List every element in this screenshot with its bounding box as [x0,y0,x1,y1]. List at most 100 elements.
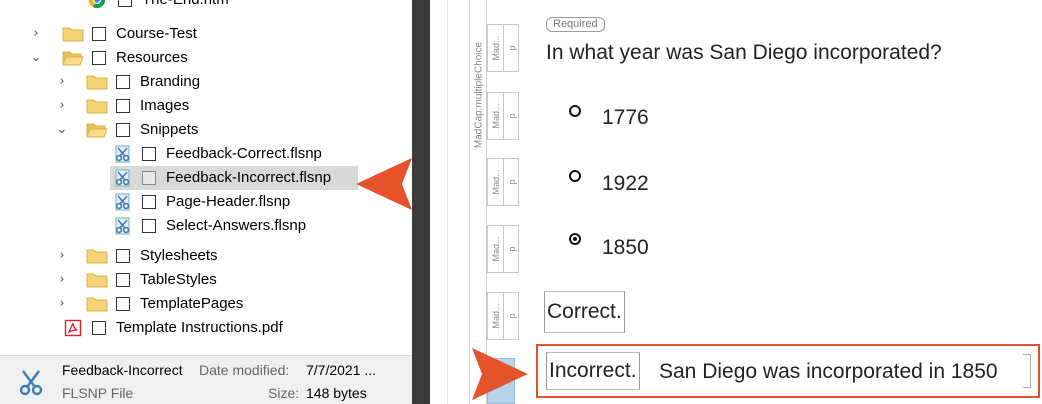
tree-item-label: Feedback-Correct.flsnp [166,145,322,162]
tree-item-checkbox[interactable] [92,321,106,335]
block-tag-label: Mad... [490,169,501,195]
details-file-name: Feedback-Incorrect [62,362,183,378]
chevron-down-icon[interactable]: ⌄ [30,51,42,65]
tree-item-label: Feedback-Incorrect.flsnp [166,169,332,186]
folder-icon [86,248,108,264]
incorrect-feedback-snippet[interactable]: Incorrect. [546,352,640,390]
folder-open-icon [62,50,84,66]
snippet-file-icon [18,368,44,398]
block-tag-label: Mad... [490,103,501,129]
tree-item-page-header[interactable]: Page-Header.flsnp [0,190,412,214]
chevron-right-icon[interactable]: › [56,273,68,287]
question-text[interactable]: In what year was San Diego incorporated? [546,41,942,65]
structure-block[interactable]: Mad... p [487,24,519,72]
tree-item-resources[interactable]: ⌄ Resources [0,46,412,70]
answer-radio-1850[interactable] [569,233,581,245]
tree-item-checkbox[interactable] [116,273,130,287]
answer-radio-1776[interactable] [569,105,581,117]
answer-label[interactable]: 1776 [602,106,649,130]
block-tag-label: Mad... [490,303,501,329]
editor-gutter [430,0,448,404]
file-tree-panel: The-End.htm › Course-Test ⌄ Resources › … [0,0,412,404]
tree-item-checkbox[interactable] [116,249,130,263]
incorrect-feedback-text[interactable]: San Diego was incorporated in 1850 [659,360,998,384]
answer-label[interactable]: 1922 [602,172,649,196]
panel-splitter[interactable] [412,0,430,404]
details-date-value: 7/7/2021 ... [306,362,377,378]
tree-item-label: Template Instructions.pdf [116,319,283,336]
tree-item-checkbox[interactable] [118,0,132,7]
tree-item-template-instructions[interactable]: Template Instructions.pdf [0,316,412,340]
chevron-right-icon[interactable]: › [30,27,42,41]
chevron-down-icon[interactable]: ⌄ [56,123,68,137]
tree-item-checkbox[interactable] [116,99,130,113]
pointer-arrow-icon [472,348,528,400]
block-tag-label: p [506,45,517,51]
folder-icon [86,296,108,312]
tree-item-images[interactable]: › Images [0,94,412,118]
tree-item-label: TableStyles [140,271,217,288]
snippet-file-icon [114,217,132,235]
details-pane: Feedback-Incorrect Date modified: 7/7/20… [0,355,412,404]
tree-item-the-end[interactable]: The-End.htm [0,0,412,12]
tree-item-snippets[interactable]: ⌄ Snippets [0,118,412,142]
tree-item-templatepages[interactable]: › TemplatePages [0,292,412,316]
pointer-arrow-icon [356,158,412,210]
chevron-right-icon[interactable]: › [56,249,68,263]
folder-open-icon [86,122,108,138]
tree-item-checkbox[interactable] [142,147,156,161]
tree-item-checkbox[interactable] [142,219,156,233]
tree-item-checkbox[interactable] [142,195,156,209]
tree-item-label: The-End.htm [142,0,229,8]
answer-radio-1922[interactable] [569,170,581,182]
tree-item-label: Resources [116,49,188,66]
tree-item-checkbox[interactable] [116,297,130,311]
block-tag-label: p [506,113,517,119]
required-tag: Required [546,17,605,32]
block-tag-label: p [506,246,517,252]
block-tag-label: Mad... [490,236,501,262]
block-tag-label: p [506,313,517,319]
chevron-right-icon[interactable]: › [56,297,68,311]
tree-item-checkbox[interactable] [116,75,130,89]
structure-bar-label: MadCap:multipleChoice [473,41,485,149]
tree-item-checkbox[interactable] [92,27,106,41]
snippet-file-icon [114,193,132,211]
structure-bar[interactable]: MadCap:multipleChoice [469,0,487,404]
correct-feedback-snippet[interactable]: Correct. [544,291,625,333]
tree-item-label: Select-Answers.flsnp [166,217,307,234]
structure-block[interactable]: Mad... p [487,225,519,273]
tree-item-label: Course-Test [116,25,197,42]
structure-block[interactable]: Mad... p [487,92,519,140]
tree-item-label: Branding [140,73,201,90]
chevron-right-icon[interactable]: › [56,99,68,113]
tree-item-checkbox[interactable] [142,171,156,185]
details-size-value: 148 bytes [306,385,367,401]
tree-item-stylesheets[interactable]: › Stylesheets [0,244,412,268]
tree-item-checkbox[interactable] [92,51,106,65]
snippet-file-icon [114,145,132,163]
pdf-icon [64,319,82,337]
tree-item-label: Stylesheets [140,247,218,264]
text-end-bracket [1023,354,1031,388]
xml-editor[interactable]: MadCap:multipleChoice Mad... p Mad... p … [449,0,1042,404]
tree-item-label: Page-Header.flsnp [166,193,291,210]
block-tag-label: Mad... [490,35,501,61]
block-tag-label: p [506,179,517,185]
tree-item-feedback-correct[interactable]: Feedback-Correct.flsnp [0,142,412,166]
tree-item-label: Images [140,97,190,114]
tree-item-branding[interactable]: › Branding [0,70,412,94]
structure-block[interactable]: Mad... p [487,292,519,340]
details-date-label: Date modified: [199,362,290,378]
chrome-icon [88,0,106,9]
tree-item-checkbox[interactable] [116,123,130,137]
tree-item-tablestyles[interactable]: › TableStyles [0,268,412,292]
folder-icon [86,272,108,288]
tree-item-label: Snippets [140,121,199,138]
structure-block[interactable]: Mad... p [487,158,519,206]
tree-item-course-test[interactable]: › Course-Test [0,22,412,46]
tree-item-select-answers[interactable]: Select-Answers.flsnp [0,214,412,238]
tree-item-feedback-incorrect[interactable]: Feedback-Incorrect.flsnp [0,166,412,190]
answer-label[interactable]: 1850 [602,236,649,260]
chevron-right-icon[interactable]: › [56,75,68,89]
